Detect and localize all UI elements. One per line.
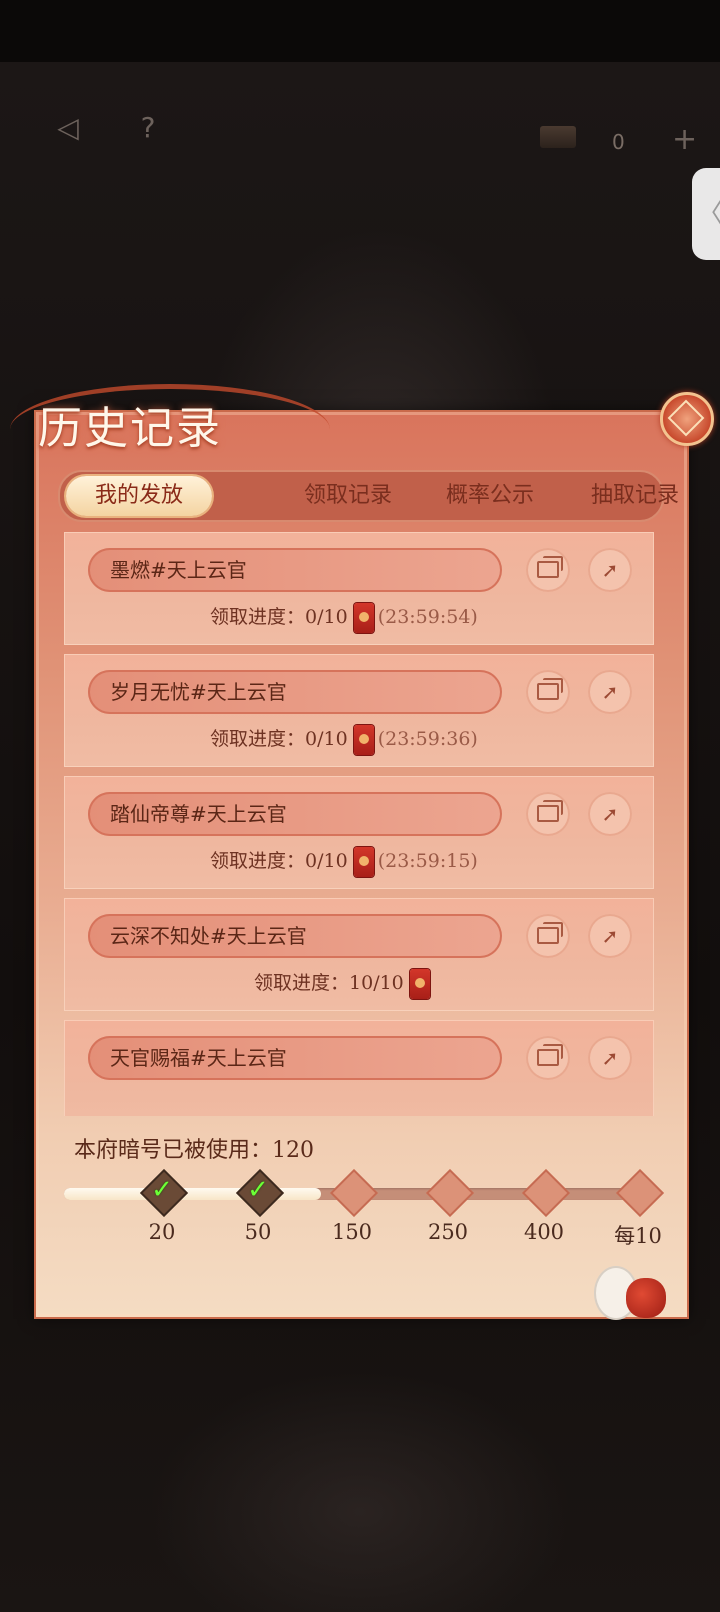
copy-icon bbox=[537, 678, 563, 700]
record-name-box: 云深不知处#天上云官 bbox=[88, 914, 502, 958]
treasure-chest-icon bbox=[540, 126, 576, 148]
usage-label: 本府暗号已被使用： bbox=[74, 1138, 273, 1163]
back-arrow-icon: ◁ bbox=[57, 111, 79, 144]
copy-button[interactable] bbox=[526, 792, 570, 836]
currency-count: 0 bbox=[612, 130, 625, 154]
progress-value: 10/10 bbox=[349, 972, 404, 994]
red-envelope-icon bbox=[353, 725, 374, 755]
share-button[interactable]: ➚ bbox=[588, 548, 632, 592]
share-button[interactable]: ➚ bbox=[588, 670, 632, 714]
check-icon: ✓ bbox=[247, 1175, 269, 1205]
add-currency-button[interactable]: + bbox=[672, 122, 697, 157]
claim-progress: 领取进度：10/10 bbox=[254, 968, 434, 999]
record-name: 踏仙帝尊#天上云官 bbox=[110, 802, 287, 826]
copy-button[interactable] bbox=[526, 1036, 570, 1080]
share-button[interactable]: ➚ bbox=[588, 1036, 632, 1080]
copy-button[interactable] bbox=[526, 914, 570, 958]
usage-count: 120 bbox=[272, 1138, 315, 1163]
record-name-box: 踏仙帝尊#天上云官 bbox=[88, 792, 502, 836]
record-card: 天官赐福#天上云官 ➚ bbox=[64, 1020, 654, 1116]
lucky-bag-icon bbox=[626, 1278, 666, 1318]
milestone-label: 150 bbox=[331, 1220, 373, 1244]
record-name: 云深不知处#天上云官 bbox=[110, 924, 307, 948]
claim-progress: 领取进度：0/10 (23:59:15) bbox=[210, 846, 478, 877]
progress-label: 领取进度： bbox=[210, 606, 306, 628]
milestone-label: 400 bbox=[523, 1220, 565, 1244]
record-name-box: 天官赐福#天上云官 bbox=[88, 1036, 502, 1080]
back-button[interactable]: ◁ bbox=[46, 106, 90, 150]
remaining-time: (23:59:15) bbox=[377, 850, 478, 872]
progress-label: 领取进度： bbox=[254, 972, 350, 994]
progress-value: 0/10 bbox=[305, 850, 348, 872]
share-arrow-icon: ➚ bbox=[601, 558, 619, 582]
claim-progress: 领取进度：0/10 (23:59:54) bbox=[210, 602, 478, 633]
check-icon: ✓ bbox=[151, 1175, 173, 1205]
copy-icon bbox=[537, 1044, 563, 1066]
red-envelope-icon bbox=[353, 847, 374, 877]
record-name-box: 岁月无忧#天上云官 bbox=[88, 670, 502, 714]
record-card: 踏仙帝尊#天上云官 ➚ 领取进度：0/10 (23:59:15) bbox=[64, 776, 654, 889]
progress-label: 领取进度： bbox=[210, 728, 306, 750]
record-card: 墨燃#天上云官 ➚ 领取进度：0/10 (23:59:54) bbox=[64, 532, 654, 645]
panel-title: 历史记录 bbox=[38, 403, 222, 454]
claim-progress: 领取进度：0/10 (23:59:36) bbox=[210, 724, 478, 755]
tab-bar: 我的发放 领取记录 概率公示 抽取记录 bbox=[58, 470, 679, 522]
milestone-label: 250 bbox=[427, 1220, 469, 1244]
red-envelope-icon bbox=[409, 969, 430, 999]
copy-icon bbox=[537, 556, 563, 578]
share-button[interactable]: ➚ bbox=[588, 792, 632, 836]
tab-draw-records[interactable]: 抽取记录 bbox=[565, 472, 705, 520]
record-name: 墨燃#天上云官 bbox=[110, 558, 247, 582]
record-name: 天官赐福#天上云官 bbox=[110, 1046, 287, 1070]
side-drawer-handle[interactable]: 〈 bbox=[692, 168, 720, 260]
record-card: 岁月无忧#天上云官 ➚ 领取进度：0/10 (23:59:36) bbox=[64, 654, 654, 767]
share-arrow-icon: ➚ bbox=[601, 680, 619, 704]
tab-claim-records[interactable]: 领取记录 bbox=[278, 472, 418, 520]
record-name: 岁月无忧#天上云官 bbox=[110, 680, 287, 704]
usage-text: 本府暗号已被使用：120 bbox=[74, 1132, 314, 1164]
remaining-time: (23:59:36) bbox=[377, 728, 478, 750]
progress-value: 0/10 bbox=[305, 728, 348, 750]
progress-label: 领取进度： bbox=[210, 850, 306, 872]
close-emblem-button[interactable] bbox=[660, 392, 714, 446]
record-list[interactable]: 墨燃#天上云官 ➚ 领取进度：0/10 (23:59:54) 岁月无忧#天上云官 … bbox=[64, 532, 656, 1116]
share-arrow-icon: ➚ bbox=[601, 924, 619, 948]
copy-icon bbox=[537, 800, 563, 822]
copy-icon bbox=[537, 922, 563, 944]
help-button[interactable]: ? bbox=[126, 106, 170, 150]
mascot-with-lucky-bag bbox=[596, 1262, 672, 1322]
tab-probability[interactable]: 概率公示 bbox=[420, 472, 560, 520]
milestone-label: 20 bbox=[148, 1220, 176, 1244]
progress-value: 0/10 bbox=[305, 606, 348, 628]
copy-button[interactable] bbox=[526, 670, 570, 714]
share-button[interactable]: ➚ bbox=[588, 914, 632, 958]
copy-button[interactable] bbox=[526, 548, 570, 592]
tab-my-distribution[interactable]: 我的发放 bbox=[66, 476, 212, 516]
record-name-box: 墨燃#天上云官 bbox=[88, 548, 502, 592]
milestone-label: 50 bbox=[244, 1220, 272, 1244]
record-card: 云深不知处#天上云官 ➚ 领取进度：10/10 bbox=[64, 898, 654, 1011]
remaining-time: (23:59:54) bbox=[377, 606, 478, 628]
milestone-label: 每10 bbox=[614, 1224, 662, 1248]
share-arrow-icon: ➚ bbox=[601, 1046, 619, 1070]
red-envelope-icon bbox=[353, 603, 374, 633]
share-arrow-icon: ➚ bbox=[601, 802, 619, 826]
